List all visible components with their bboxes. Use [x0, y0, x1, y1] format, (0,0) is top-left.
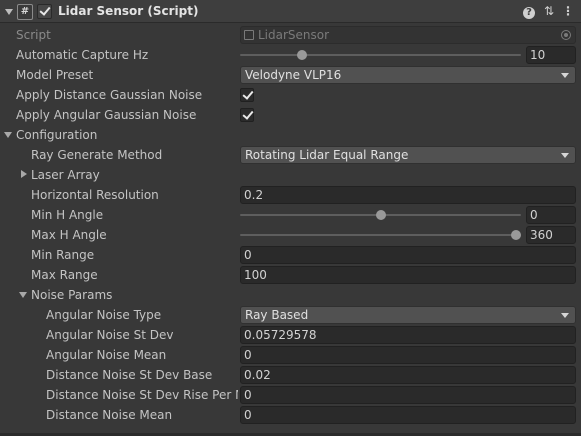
distance-noise-mean-row: Distance Noise Mean 0: [0, 405, 581, 425]
max-h-angle-field[interactable]: 360: [526, 226, 576, 244]
script-label: Script: [16, 28, 51, 42]
max-range-label: Max Range: [31, 268, 98, 282]
script-value: LidarSensor: [258, 28, 330, 42]
model-preset-label: Model Preset: [16, 68, 94, 82]
script-icon: #: [17, 4, 33, 20]
horizontal-resolution-label: Horizontal Resolution: [31, 188, 159, 202]
angular-noise-row: Apply Angular Gaussian Noise: [0, 105, 581, 125]
ray-method-row: Ray Generate Method Rotating Lidar Equal…: [0, 145, 581, 165]
configuration-label: Configuration: [16, 128, 98, 142]
distance-noise-st-dev-base-field[interactable]: 0.02: [240, 366, 576, 384]
noise-params-foldout[interactable]: Noise Params: [0, 285, 581, 305]
component-header: # Lidar Sensor (Script) ? ⇅ ⋮: [0, 0, 581, 23]
min-h-angle-field[interactable]: 0: [526, 206, 576, 224]
model-preset-dropdown[interactable]: Velodyne VLP16: [240, 66, 576, 84]
max-h-angle-slider-track[interactable]: [240, 234, 521, 236]
foldout-arrow-icon[interactable]: [4, 132, 12, 138]
foldout-arrow-icon[interactable]: [19, 292, 27, 298]
script-field[interactable]: LidarSensor: [240, 26, 576, 44]
distance-noise-row: Apply Distance Gaussian Noise: [0, 85, 581, 105]
distance-noise-st-dev-base-label: Distance Noise St Dev Base: [46, 368, 213, 382]
horizontal-resolution-field[interactable]: 0.2: [240, 186, 576, 204]
configuration-foldout[interactable]: Configuration: [0, 125, 581, 145]
angular-noise-type-row: Angular Noise Type Ray Based: [0, 305, 581, 325]
max-h-angle-label: Max H Angle: [31, 228, 107, 242]
angular-noise-label: Apply Angular Gaussian Noise: [16, 108, 197, 122]
help-icon[interactable]: ?: [521, 3, 537, 19]
max-range-row: Max Range 100: [0, 265, 581, 285]
distance-noise-st-dev-base-row: Distance Noise St Dev Base 0.02: [0, 365, 581, 385]
angular-noise-mean-label: Angular Noise Mean: [46, 348, 167, 362]
capture-hz-label: Automatic Capture Hz: [16, 48, 149, 62]
object-picker-icon[interactable]: [561, 30, 571, 40]
ray-method-label: Ray Generate Method: [31, 148, 163, 162]
noise-params-label: Noise Params: [31, 288, 113, 302]
angular-noise-st-dev-label: Angular Noise St Dev: [46, 328, 174, 342]
dropdown-arrow-icon: [561, 313, 569, 318]
ray-method-dropdown[interactable]: Rotating Lidar Equal Range: [240, 146, 576, 164]
ray-method-value: Rotating Lidar Equal Range: [245, 148, 409, 162]
checkmark-icon: [242, 108, 254, 120]
model-preset-row: Model Preset Velodyne VLP16: [0, 65, 581, 85]
capture-hz-slider-track[interactable]: [240, 54, 521, 56]
foldout-arrow-icon[interactable]: [5, 9, 13, 15]
distance-noise-mean-field[interactable]: 0: [240, 406, 576, 424]
capture-hz-slider-thumb[interactable]: [296, 50, 307, 60]
min-h-angle-row: Min H Angle 0: [0, 205, 581, 225]
angular-noise-st-dev-field[interactable]: 0.05729578: [240, 326, 576, 344]
distance-noise-label: Apply Distance Gaussian Noise: [16, 88, 203, 102]
distance-noise-mean-label: Distance Noise Mean: [46, 408, 173, 422]
distance-noise-st-dev-rise-row: Distance Noise St Dev Rise Per Me 0: [0, 385, 581, 405]
capture-hz-field[interactable]: 10: [526, 46, 576, 64]
preset-icon[interactable]: ⇅: [541, 3, 557, 19]
angular-noise-type-label: Angular Noise Type: [46, 308, 162, 322]
distance-noise-st-dev-rise-field[interactable]: 0: [240, 386, 576, 404]
max-h-angle-row: Max H Angle 360: [0, 225, 581, 245]
script-asset-icon: [244, 30, 254, 40]
max-range-field[interactable]: 100: [240, 266, 576, 284]
horizontal-resolution-row: Horizontal Resolution 0.2: [0, 185, 581, 205]
min-range-field[interactable]: 0: [240, 246, 576, 264]
distance-noise-checkbox[interactable]: [240, 88, 254, 102]
capture-hz-row: Automatic Capture Hz 10: [0, 45, 581, 65]
angular-noise-type-dropdown[interactable]: Ray Based: [240, 306, 576, 324]
component-enabled-checkbox[interactable]: [37, 4, 52, 19]
min-h-angle-label: Min H Angle: [31, 208, 104, 222]
dropdown-arrow-icon: [561, 73, 569, 78]
component-title: Lidar Sensor (Script): [58, 4, 199, 18]
checkmark-icon: [242, 88, 254, 100]
min-range-label: Min Range: [31, 248, 95, 262]
context-menu-icon[interactable]: ⋮: [560, 3, 576, 19]
angular-noise-mean-field[interactable]: 0: [240, 346, 576, 364]
model-preset-value: Velodyne VLP16: [245, 68, 342, 82]
laser-array-foldout[interactable]: Laser Array: [0, 165, 581, 185]
min-h-angle-slider-thumb[interactable]: [375, 210, 386, 220]
checkmark-icon: [39, 4, 51, 16]
script-row: Script LidarSensor: [0, 25, 581, 45]
distance-noise-st-dev-rise-label: Distance Noise St Dev Rise Per Me: [46, 388, 238, 402]
dropdown-arrow-icon: [561, 153, 569, 158]
angular-noise-checkbox[interactable]: [240, 108, 254, 122]
max-h-angle-slider-thumb[interactable]: [511, 230, 521, 240]
angular-noise-mean-row: Angular Noise Mean 0: [0, 345, 581, 365]
angular-noise-type-value: Ray Based: [245, 308, 309, 322]
angular-noise-st-dev-row: Angular Noise St Dev 0.05729578: [0, 325, 581, 345]
foldout-arrow-icon[interactable]: [21, 170, 27, 178]
laser-array-label: Laser Array: [31, 168, 100, 182]
min-range-row: Min Range 0: [0, 245, 581, 265]
